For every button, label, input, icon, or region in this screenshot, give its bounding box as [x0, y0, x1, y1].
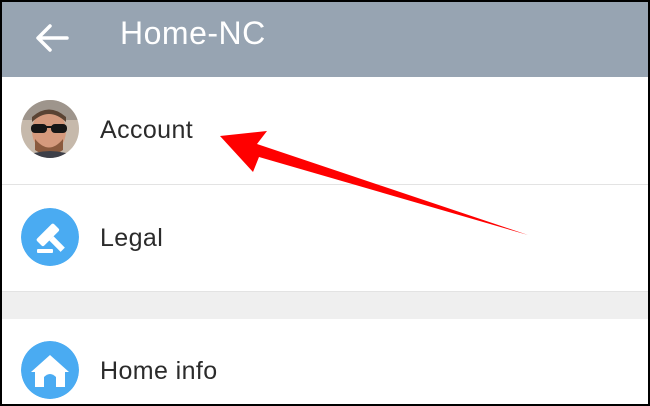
user-avatar-icon	[21, 100, 79, 158]
menu-item-label: Legal	[100, 223, 164, 252]
legal-icon-circle	[21, 208, 79, 266]
home-icon-circle	[21, 341, 79, 399]
section-divider	[2, 291, 648, 320]
app-bar: Home-NC	[2, 2, 648, 77]
app-title: Home-NC	[120, 15, 266, 51]
avatar	[21, 100, 79, 158]
home-icon	[21, 341, 79, 399]
menu-item-account[interactable]: Account	[2, 77, 648, 185]
menu-item-label: Home info	[100, 356, 218, 385]
arrow-left-icon	[36, 24, 69, 52]
menu-item-label: Account	[100, 116, 194, 144]
gavel-icon	[21, 208, 79, 266]
menu-item-home-info[interactable]: Home info	[2, 319, 648, 404]
back-button[interactable]	[28, 14, 76, 62]
screenshot-frame: Home-NC Account Legal Home info	[2, 2, 648, 404]
menu-item-legal[interactable]: Legal	[2, 185, 648, 291]
